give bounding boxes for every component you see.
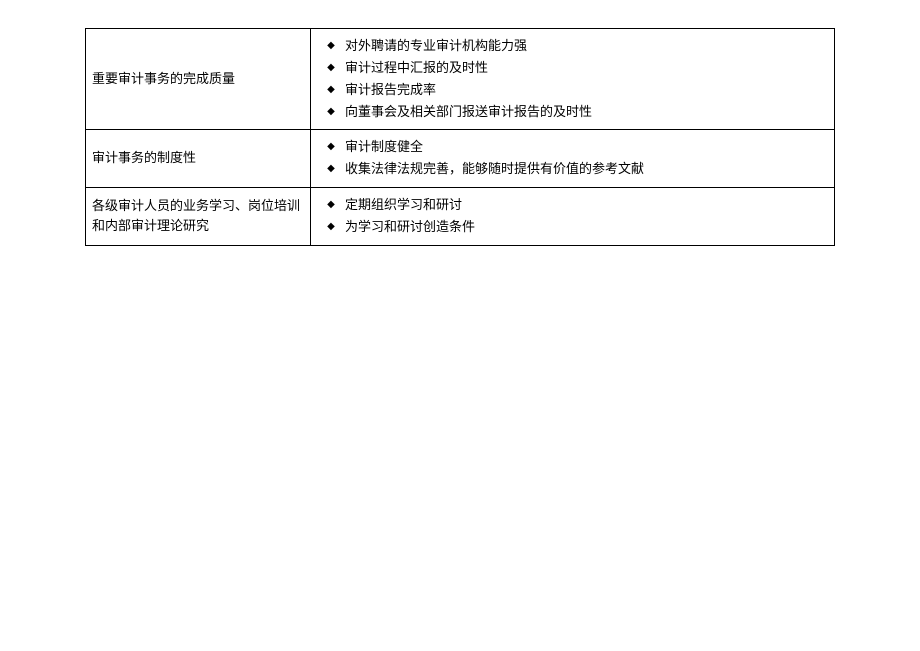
row-label-cell: 审计事务的制度性 — [86, 130, 311, 187]
diamond-bullet-icon: ◆ — [317, 218, 345, 235]
list-item: ◆ 收集法律法规完善，能够随时提供有价值的参考文献 — [317, 158, 828, 180]
item-text: 定期组织学习和研讨 — [345, 194, 828, 216]
diamond-bullet-icon: ◆ — [317, 138, 345, 155]
list-item: ◆ 向董事会及相关部门报送审计报告的及时性 — [317, 101, 828, 123]
diamond-bullet-icon: ◆ — [317, 196, 345, 213]
row-items-cell: ◆ 对外聘请的专业审计机构能力强 ◆ 审计过程中汇报的及时性 ◆ 审计报告完成率… — [311, 29, 835, 130]
table-row: 审计事务的制度性 ◆ 审计制度健全 ◆ 收集法律法规完善，能够随时提供有价值的参… — [86, 130, 835, 187]
item-text: 审计制度健全 — [345, 136, 828, 158]
diamond-bullet-icon: ◆ — [317, 59, 345, 76]
item-text: 审计过程中汇报的及时性 — [345, 57, 828, 79]
item-text: 为学习和研讨创造条件 — [345, 216, 828, 238]
list-item: ◆ 定期组织学习和研讨 — [317, 194, 828, 216]
table-row: 重要审计事务的完成质量 ◆ 对外聘请的专业审计机构能力强 ◆ 审计过程中汇报的及… — [86, 29, 835, 130]
row-label-cell: 重要审计事务的完成质量 — [86, 29, 311, 130]
row-items-cell: ◆ 审计制度健全 ◆ 收集法律法规完善，能够随时提供有价值的参考文献 — [311, 130, 835, 187]
diamond-bullet-icon: ◆ — [317, 37, 345, 54]
audit-criteria-table: 重要审计事务的完成质量 ◆ 对外聘请的专业审计机构能力强 ◆ 审计过程中汇报的及… — [85, 28, 835, 246]
row-label: 重要审计事务的完成质量 — [92, 71, 235, 86]
item-text: 收集法律法规完善，能够随时提供有价值的参考文献 — [345, 158, 828, 180]
diamond-bullet-icon: ◆ — [317, 160, 345, 177]
row-label: 审计事务的制度性 — [92, 150, 196, 165]
item-text: 审计报告完成率 — [345, 79, 828, 101]
item-text: 对外聘请的专业审计机构能力强 — [345, 35, 828, 57]
diamond-bullet-icon: ◆ — [317, 103, 345, 120]
list-item: ◆ 审计制度健全 — [317, 136, 828, 158]
row-label: 各级审计人员的业务学习、岗位培训和内部审计理论研究 — [92, 198, 300, 234]
list-item: ◆ 审计过程中汇报的及时性 — [317, 57, 828, 79]
list-item: ◆ 审计报告完成率 — [317, 79, 828, 101]
list-item: ◆ 对外聘请的专业审计机构能力强 — [317, 35, 828, 57]
row-label-cell: 各级审计人员的业务学习、岗位培训和内部审计理论研究 — [86, 187, 311, 246]
item-text: 向董事会及相关部门报送审计报告的及时性 — [345, 101, 828, 123]
diamond-bullet-icon: ◆ — [317, 81, 345, 98]
row-items-cell: ◆ 定期组织学习和研讨 ◆ 为学习和研讨创造条件 — [311, 187, 835, 246]
table-row: 各级审计人员的业务学习、岗位培训和内部审计理论研究 ◆ 定期组织学习和研讨 ◆ … — [86, 187, 835, 246]
list-item: ◆ 为学习和研讨创造条件 — [317, 216, 828, 238]
